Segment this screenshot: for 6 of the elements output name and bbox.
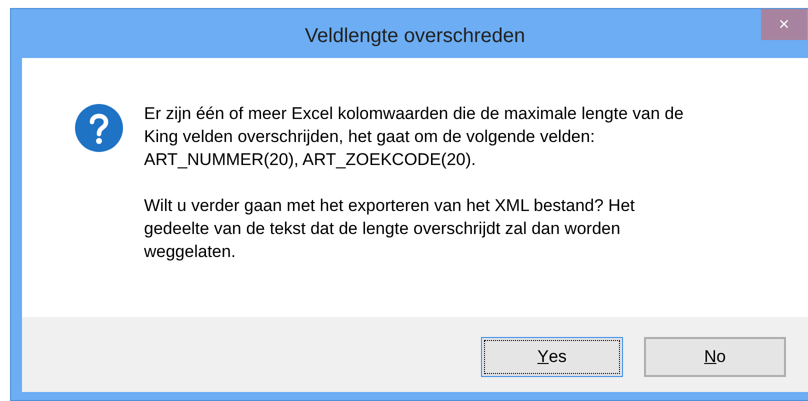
- question-icon: [75, 104, 123, 152]
- window-title: Veldlengte overschreden: [304, 24, 526, 49]
- message-text: Wilt u verder gaan met het exporteren van het XML bestand? Het gedeelte van de tekst dat de lengte overschrijdt zal dan worden weggelaten.: [144, 195, 636, 263]
- dialog-button[interactable]: Yes: [481, 337, 623, 377]
- message-text: Er zijn één of meer Excel kolomwaarden die de maximale lengte van de King velden overschrijden, het gaat om de volgende velden: ART_NUMMER(20), ART_ZOEKCODE(20).: [144, 103, 685, 171]
- dialog-button[interactable]: No: [644, 337, 786, 377]
